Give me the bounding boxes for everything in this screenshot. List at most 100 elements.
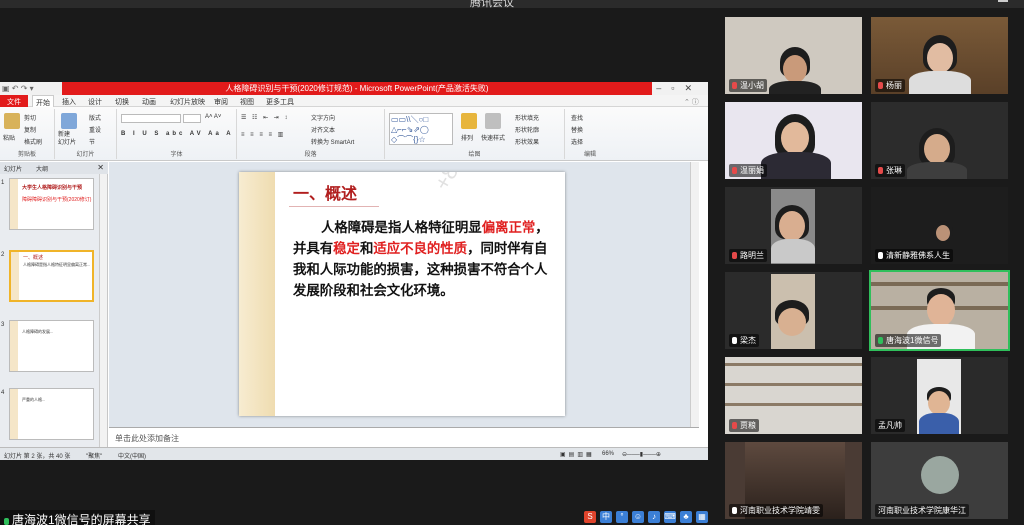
text-direction-button[interactable]: 文字方向 (311, 113, 335, 122)
participant-name-text: 贾粮 (740, 421, 756, 430)
participant-tile[interactable]: 张琳 (871, 102, 1008, 179)
participant-name: 路明兰 (729, 249, 767, 262)
reset-button[interactable]: 重设 (89, 125, 101, 134)
tab-view[interactable]: 视图 (240, 97, 254, 107)
mic-speaking-icon (878, 337, 883, 344)
bookshelf (725, 403, 862, 406)
quick-styles-button[interactable]: 快速样式 (481, 133, 505, 142)
ribbon: 粘贴 剪切 复制 格式刷 剪贴板 新建 幻灯片 版式 重设 节 幻灯片 A˄ A… (0, 107, 708, 161)
participant-name-text: 张琳 (886, 166, 902, 175)
align-buttons[interactable]: ≡ ≡ ≡ ≡ ▥ (241, 131, 285, 138)
shapes-gallery[interactable]: ▭▭\\＼○□ △⌐⌐⇘⇗◯ ◇⌒⌒{}☆ (389, 113, 453, 145)
tab-file[interactable]: 文件 (0, 95, 28, 107)
tab-animations[interactable]: 动画 (142, 97, 156, 107)
mic-icon (878, 252, 883, 259)
body-text: 人格障碍是指人格特征明显 (321, 220, 482, 236)
tab-insert[interactable]: 插入 (62, 97, 76, 107)
smartart-button[interactable]: 转换为 SmartArt (311, 137, 354, 146)
minimize-icon[interactable] (998, 0, 1008, 2)
tab-more-tools[interactable]: 更多工具 (266, 97, 294, 107)
participant-tile[interactable]: 路明兰 (725, 187, 862, 264)
arrange-button[interactable]: 排列 (461, 133, 473, 142)
panel-tab-outline[interactable]: 大纲 (36, 164, 48, 173)
cut-button[interactable]: 剪切 (24, 113, 36, 122)
help-icon[interactable]: ⌃ ⓘ (684, 97, 699, 107)
paste-icon[interactable] (4, 113, 20, 129)
emoji-icon[interactable]: ☺ (632, 511, 644, 523)
list-buttons[interactable]: ☰ ☷ ⇤ ⇥ ↕ (241, 114, 289, 121)
ppt-window-title: 人格障碍识别与干预(2020修订规范) - Microsoft PowerPoi… (225, 84, 489, 93)
paste-button[interactable]: 粘贴 (3, 133, 15, 142)
participant-name-text: 温丽娟 (740, 166, 764, 175)
notes-pane[interactable]: 单击此处添加备注 (109, 427, 699, 447)
editor-scrollbar[interactable] (690, 162, 699, 427)
participant-tile[interactable]: 贾粮 (725, 357, 862, 434)
mic-icon (732, 507, 737, 514)
shape-effects-button[interactable]: 形状效果 (515, 137, 539, 146)
tab-slideshow[interactable]: 幻灯片放映 (170, 97, 205, 107)
tab-design[interactable]: 设计 (88, 97, 102, 107)
slide-thumbnail-selected[interactable]: 一、概述 人格障碍是指人格特征明显偏离正常... (9, 250, 94, 302)
zoom-slider[interactable]: ⊖───▮───⊕ (622, 451, 661, 458)
participant-name: 杨丽 (875, 79, 905, 92)
shape-outline-button[interactable]: 形状轮廓 (515, 125, 539, 134)
slide-thumbnail[interactable]: 人格障碍的发展... (9, 320, 94, 372)
current-slide[interactable]: 一、概述 人格障碍是指人格特征明显偏离正常，并具有稳定和适应不良的性质，同时伴有… (239, 172, 565, 416)
language-icon[interactable]: 中 (600, 511, 612, 523)
participant-tile[interactable]: 清新静雅佛系人生 (871, 187, 1008, 264)
participant-tile[interactable]: 河南职业技术学院靖雯 (725, 442, 862, 519)
skin-icon[interactable]: ♣ (680, 511, 692, 523)
input-method-icon[interactable]: S (584, 511, 596, 523)
shape-fill-button[interactable]: 形状填充 (515, 113, 539, 122)
tab-review[interactable]: 审阅 (214, 97, 228, 107)
participant-name-text: 河南职业技术学院靖雯 (740, 506, 820, 515)
ribbon-tabs: 文件 开始 插入 设计 切换 动画 幻灯片放映 审阅 视图 更多工具 ⌃ ⓘ (0, 95, 708, 107)
format-painter-button[interactable]: 格式刷 (24, 137, 42, 146)
font-style-buttons[interactable]: B I U S abc AV Aa A (121, 131, 234, 137)
font-name-select[interactable] (121, 114, 181, 123)
copy-button[interactable]: 复制 (24, 125, 36, 134)
screen-share-label: 唐海波1微信号的屏幕共享 (0, 510, 155, 525)
thumb-subtitle: 严重的人格... (22, 397, 46, 402)
group-font: A˄ A˅ B I U S abc AV Aa A 字体 (117, 109, 237, 159)
align-text-button[interactable]: 对齐文本 (311, 125, 335, 134)
select-button[interactable]: 选择 (571, 137, 583, 146)
participant-tile[interactable]: 杨丽 (871, 17, 1008, 94)
keyboard-icon[interactable]: ⌨ (664, 511, 676, 523)
font-grow-icon[interactable]: A˄ A˅ (205, 114, 221, 120)
participant-face (779, 211, 805, 241)
punctuation-icon[interactable]: ° (616, 511, 628, 523)
slide-thumbnail[interactable]: 严重的人格... (9, 388, 94, 440)
participant-name: 孟凡帅 (875, 419, 905, 432)
new-slide-button[interactable]: 新建 幻灯片 (58, 131, 84, 147)
voice-icon[interactable]: ♪ (648, 511, 660, 523)
font-size-select[interactable] (183, 114, 201, 123)
tab-transitions[interactable]: 切换 (115, 97, 129, 107)
close-icon[interactable]: ✕ (97, 163, 104, 172)
panel-scrollbar[interactable] (99, 174, 107, 447)
participant-tile[interactable]: 河南职业技术学院康华江 (871, 442, 1008, 519)
window-controls[interactable]: –▫✕ (656, 83, 702, 94)
tab-home[interactable]: 开始 (32, 95, 54, 107)
new-slide-icon[interactable] (61, 113, 77, 129)
quick-access-icons[interactable]: ▣ ↶ ↷ ▾ (2, 84, 34, 93)
body-text: 和 (359, 241, 374, 257)
participant-tile[interactable]: 梁杰 (725, 272, 862, 349)
arrange-icon[interactable] (461, 113, 477, 129)
replace-button[interactable]: 替换 (571, 125, 583, 134)
slide-thumbnail[interactable]: 大学生人格障碍识别与干预 障碍障碍识别与干预(2020修订) (9, 178, 94, 230)
view-buttons[interactable]: ▣▤▥▦ (560, 451, 595, 458)
quick-styles-icon[interactable] (485, 113, 501, 129)
panel-tab-slides[interactable]: 幻灯片 (4, 164, 22, 173)
layout-button[interactable]: 版式 (89, 113, 101, 122)
participant-tile[interactable]: 温小胡 (725, 17, 862, 94)
bookshelf (725, 363, 862, 366)
participant-tile[interactable]: 温丽娟 (725, 102, 862, 179)
mic-muted-icon (732, 252, 737, 259)
find-button[interactable]: 查找 (571, 113, 583, 122)
participant-tile-active[interactable]: 唐海波1微信号 (869, 270, 1010, 351)
participant-tile[interactable]: 孟凡帅 (871, 357, 1008, 434)
tools-icon[interactable]: ▦ (696, 511, 708, 523)
section-button[interactable]: 节 (89, 137, 95, 146)
bookshelf (725, 383, 862, 386)
